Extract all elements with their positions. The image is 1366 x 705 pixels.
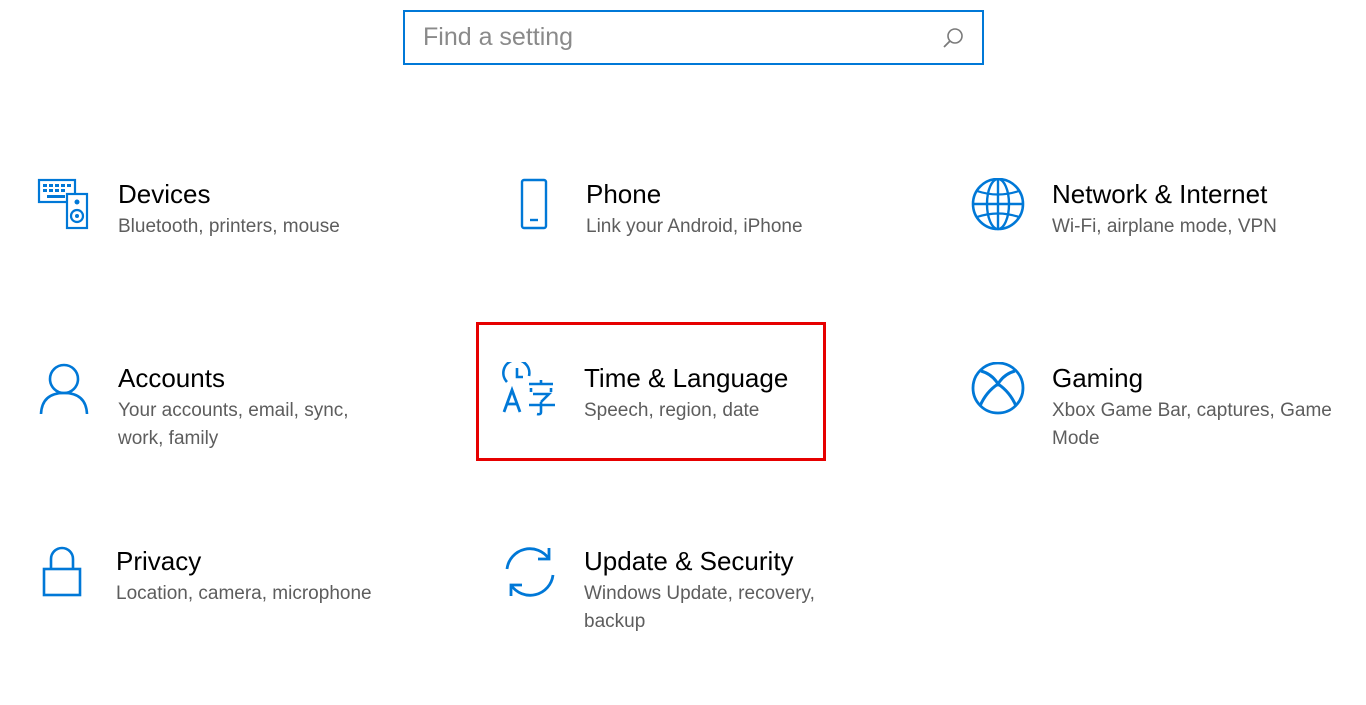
tile-title: Update & Security bbox=[584, 546, 794, 576]
tile-description: Location, camera, microphone bbox=[116, 583, 372, 604]
tile-description: Bluetooth, printers, mouse bbox=[118, 216, 340, 237]
settings-home: Devices Bluetooth, printers, mouse Phone… bbox=[0, 0, 1366, 705]
tile-description: Link your Android, iPhone bbox=[586, 216, 803, 237]
tile-title: Network & Internet bbox=[1052, 179, 1268, 209]
tile-title: Phone bbox=[586, 179, 662, 209]
tile-accounts[interactable]: Accounts Your accounts, email, sync, wor… bbox=[34, 362, 434, 453]
globe-icon bbox=[968, 178, 1028, 238]
tile-network[interactable]: Network & Internet Wi-Fi, airplane mode,… bbox=[968, 178, 1358, 241]
search-input[interactable] bbox=[423, 23, 940, 52]
tile-phone[interactable]: Phone Link your Android, iPhone bbox=[502, 178, 902, 241]
person-icon bbox=[34, 362, 94, 422]
tile-description: Windows Update, recovery, backup bbox=[584, 583, 815, 632]
tile-devices[interactable]: Devices Bluetooth, printers, mouse bbox=[34, 178, 434, 241]
tile-title: Gaming bbox=[1052, 363, 1144, 393]
tile-description: Xbox Game Bar, captures, Game Mode bbox=[1052, 400, 1332, 449]
devices-icon bbox=[34, 178, 94, 238]
tile-title: Privacy bbox=[116, 546, 202, 576]
tile-title: Time & Language bbox=[584, 363, 789, 393]
phone-icon bbox=[502, 178, 562, 238]
time-language-icon bbox=[500, 362, 560, 422]
tile-description: Speech, region, date bbox=[584, 400, 760, 421]
sync-icon bbox=[500, 545, 560, 605]
tile-time-language[interactable]: Time & Language Speech, region, date bbox=[500, 362, 820, 425]
tile-description: Your accounts, email, sync, work, family bbox=[118, 400, 349, 449]
tile-privacy[interactable]: Privacy Location, camera, microphone bbox=[32, 545, 432, 608]
search-icon[interactable] bbox=[940, 25, 966, 51]
tile-gaming[interactable]: Gaming Xbox Game Bar, captures, Game Mod… bbox=[968, 362, 1366, 453]
search-box[interactable] bbox=[403, 10, 984, 65]
tile-title: Devices bbox=[118, 179, 211, 209]
tile-update-security[interactable]: Update & Security Windows Update, recove… bbox=[500, 545, 880, 636]
tile-title: Accounts bbox=[118, 363, 225, 393]
xbox-icon bbox=[968, 362, 1028, 422]
tile-description: Wi-Fi, airplane mode, VPN bbox=[1052, 216, 1277, 237]
lock-icon bbox=[32, 545, 92, 605]
